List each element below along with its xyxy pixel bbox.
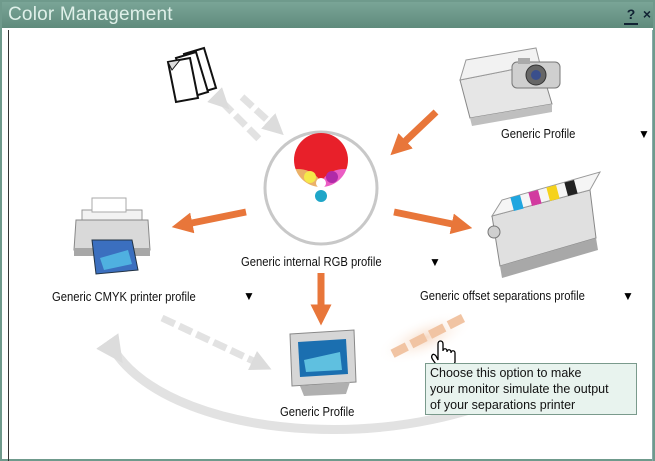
rgb-color-wheel-icon <box>263 130 379 246</box>
rgb-to-press-arrow <box>393 208 473 235</box>
offset-press-icon <box>487 171 602 278</box>
scanner-camera-icon <box>459 47 561 126</box>
scanner-profile-label[interactable]: Generic Profile <box>501 127 575 141</box>
rgb-to-printer-arrow <box>171 208 247 234</box>
tooltip-line: Choose this option to make <box>430 366 582 380</box>
tooltip-line: your monitor simulate the output <box>430 382 609 396</box>
monitor-icon <box>289 329 357 396</box>
press-profile-dropdown-icon[interactable]: ▼ <box>622 290 634 302</box>
rgb-profile-label[interactable]: Generic internal RGB profile <box>241 255 382 269</box>
scanner-profile-dropdown-icon[interactable]: ▼ <box>638 128 650 140</box>
printer-profile-label[interactable]: Generic CMYK printer profile <box>52 290 196 304</box>
scanner-to-rgb-arrow <box>390 109 439 156</box>
tooltip: Choose this option to make your monitor … <box>425 363 637 415</box>
printer-to-monitor-arrow <box>160 314 272 371</box>
printer-profile-dropdown-icon[interactable]: ▼ <box>243 290 255 302</box>
documents-icon <box>166 46 218 104</box>
printer-icon <box>73 197 151 275</box>
tooltip-line: of your separations printer <box>430 398 576 412</box>
files-arrow-left <box>207 87 265 145</box>
monitor-profile-label[interactable]: Generic Profile <box>280 405 354 419</box>
rgb-profile-dropdown-icon[interactable]: ▼ <box>429 256 441 268</box>
press-profile-label[interactable]: Generic offset separations profile <box>420 289 585 303</box>
